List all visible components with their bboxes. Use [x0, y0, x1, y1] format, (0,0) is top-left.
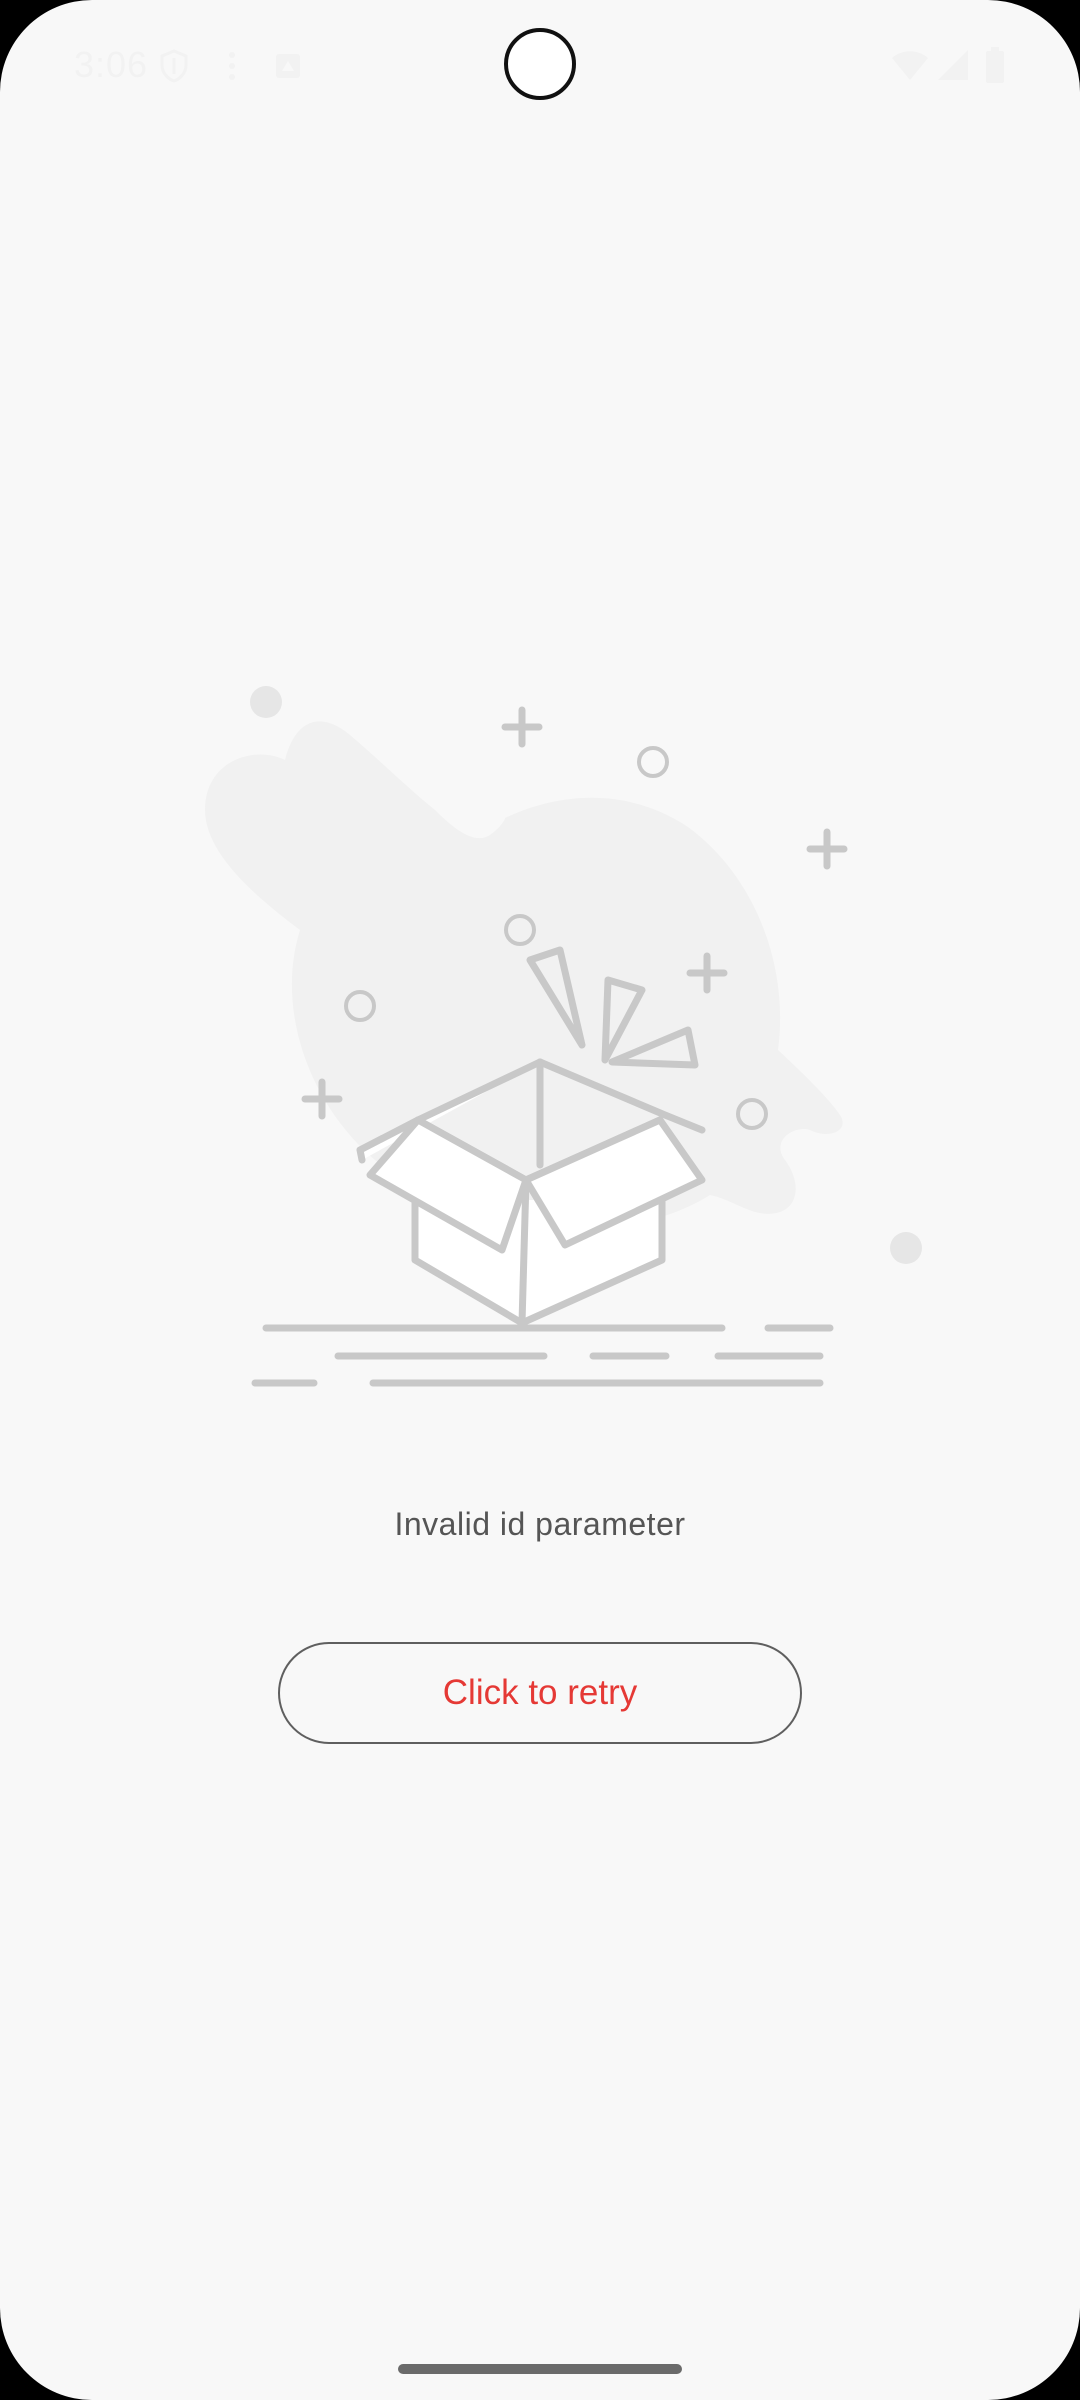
empty-box-icon [205, 686, 922, 1387]
app-screen: 3:06 Invalid id parameter Click to retry [0, 0, 1080, 2400]
more-vert-icon [229, 52, 235, 80]
error-message: Invalid id parameter [394, 1506, 686, 1542]
status-time: 3:06 [74, 44, 149, 85]
retry-button[interactable]: Click to retry [278, 1642, 802, 1744]
retry-button-label: Click to retry [442, 1673, 638, 1712]
status-bar: 3:06 [0, 0, 1080, 130]
notification-square-icon [276, 54, 300, 78]
camera-cutout [504, 28, 576, 100]
signal-icon [938, 50, 968, 80]
gesture-nav-bar[interactable] [398, 2364, 682, 2374]
shield-icon [160, 49, 188, 83]
wifi-icon [892, 51, 928, 80]
battery-icon [986, 47, 1004, 83]
